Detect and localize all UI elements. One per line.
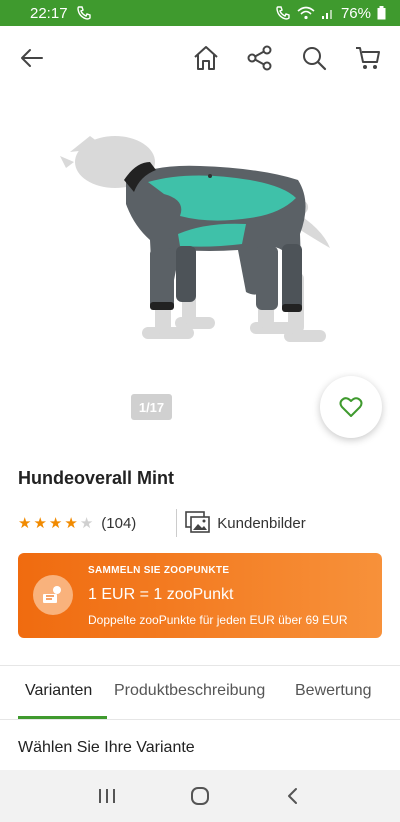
star-icon: ★	[33, 515, 47, 532]
tab-varianten[interactable]: Varianten	[25, 682, 92, 700]
images-icon	[185, 511, 211, 533]
rating-row: ★ ★ ★ ★ ★ (104) Kundenbilder	[18, 508, 382, 538]
home-icon[interactable]	[192, 44, 220, 72]
app-bar	[0, 26, 400, 90]
promo-main: 1 EUR = 1 zooPunkt	[88, 586, 234, 603]
heart-icon	[339, 397, 363, 417]
zoopunkte-icon	[33, 575, 73, 615]
back-nav-icon[interactable]	[279, 782, 307, 810]
signal-icon	[321, 6, 335, 20]
divider	[0, 719, 400, 720]
search-icon[interactable]	[300, 44, 328, 72]
battery-icon	[377, 6, 386, 20]
divider	[176, 509, 178, 537]
customer-images-link[interactable]: Kundenbilder	[185, 511, 306, 535]
promo-heading: SAMMELN SIE ZOOPUNKTE	[88, 565, 230, 576]
tab-bar: Varianten Produktbeschreibung Bewertung	[0, 672, 400, 720]
share-icon[interactable]	[246, 44, 274, 72]
product-image-gallery[interactable]: 1/17	[0, 92, 400, 438]
image-counter: 1/17	[131, 394, 172, 420]
star-empty-icon: ★	[79, 515, 94, 532]
home-nav-icon[interactable]	[186, 782, 214, 810]
status-bar: 22:17 76%	[0, 0, 400, 26]
favorite-button[interactable]	[320, 376, 382, 438]
call-icon	[275, 5, 291, 21]
cart-icon[interactable]	[354, 44, 382, 72]
promo-sub: Doppelte zooPunkte für jeden EUR über 69…	[88, 613, 348, 627]
star-icon: ★	[18, 515, 32, 532]
status-time: 22:17	[30, 4, 68, 22]
product-image	[60, 136, 330, 342]
battery-percent: 76%	[340, 4, 371, 22]
customer-images-label: Kundenbilder	[217, 514, 306, 532]
product-title: Hundeoverall Mint	[18, 468, 175, 488]
star-icon: ★	[48, 515, 63, 532]
recent-apps-icon[interactable]	[93, 782, 121, 810]
variant-heading: Wählen Sie Ihre Variante	[18, 739, 195, 756]
divider	[0, 665, 400, 666]
star-icon: ★	[64, 515, 78, 532]
zoopunkte-banner[interactable]: SAMMELN SIE ZOOPUNKTE 1 EUR = 1 zooPunkt…	[18, 553, 382, 638]
rating-count[interactable]: (104)	[101, 515, 136, 532]
star-rating[interactable]: ★ ★ ★ ★ ★	[18, 514, 93, 532]
system-nav-bar	[0, 770, 400, 822]
back-arrow-icon[interactable]	[18, 44, 46, 72]
tab-bewertung[interactable]: Bewertung	[295, 682, 372, 700]
wifi-icon	[297, 6, 315, 20]
call-icon	[76, 5, 92, 21]
tab-produktbeschreibung[interactable]: Produktbeschreibung	[114, 682, 265, 700]
